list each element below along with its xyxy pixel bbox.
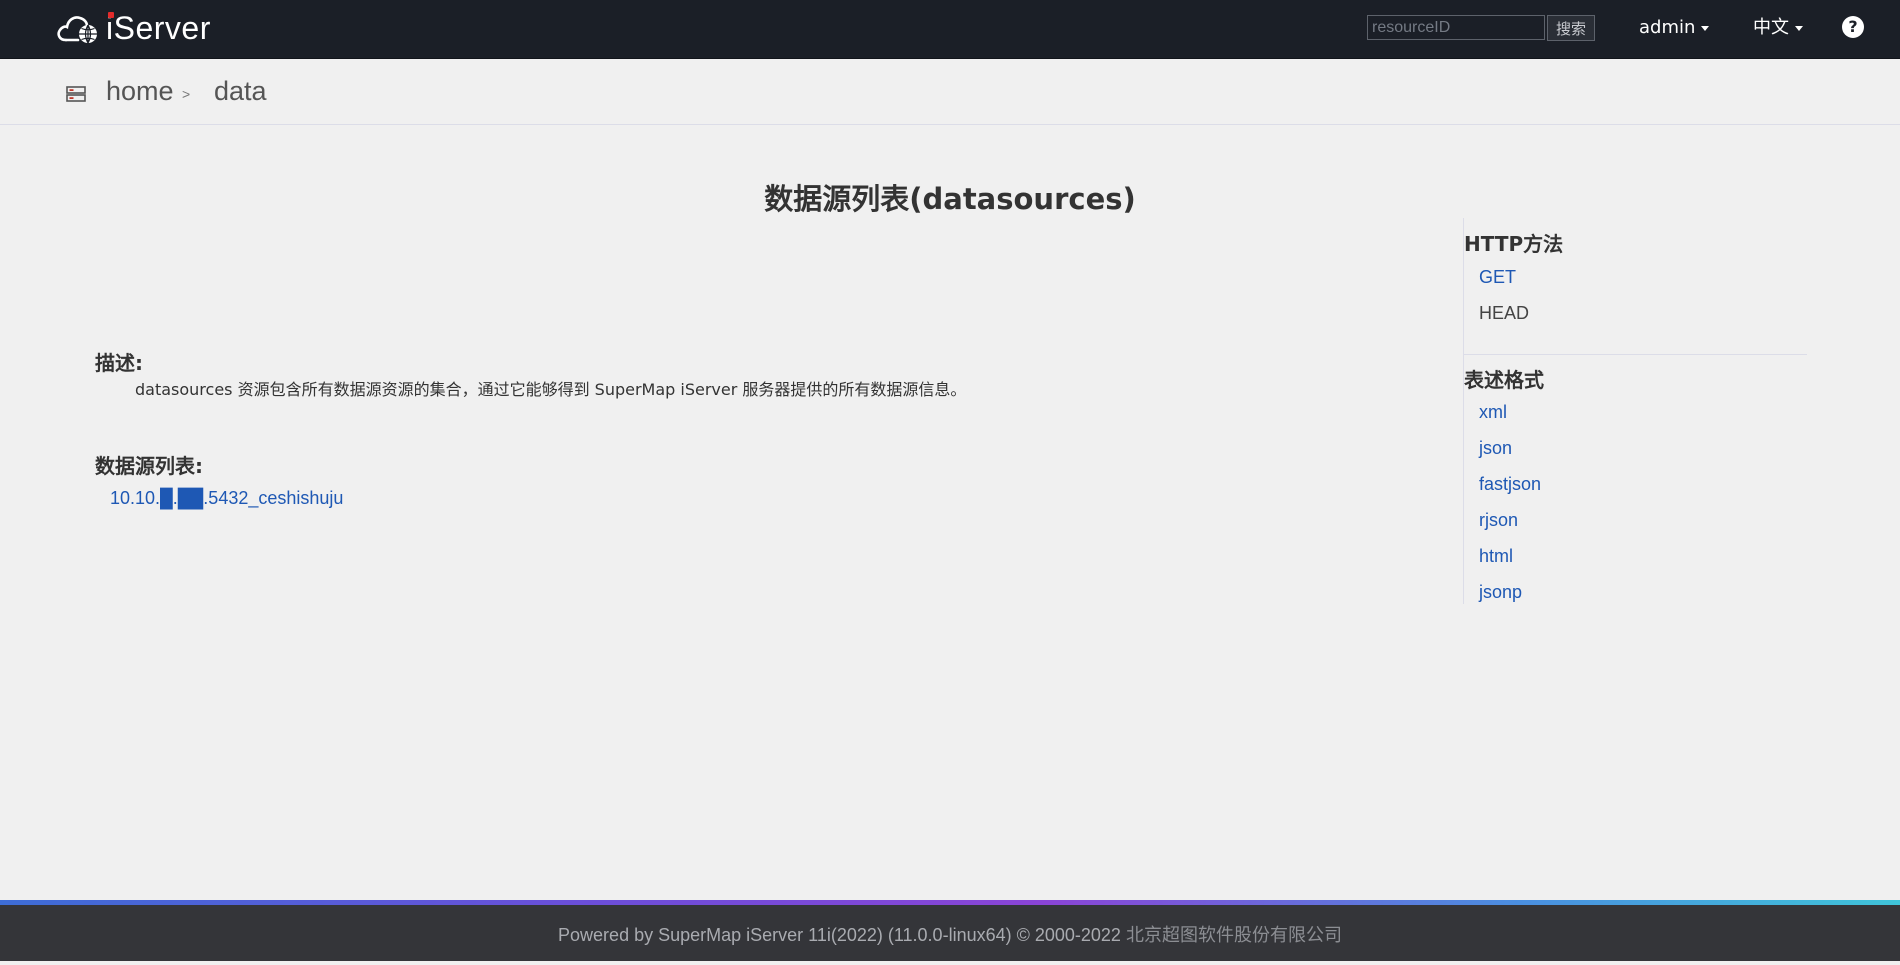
http-method-get-link[interactable]: GET xyxy=(1479,266,1516,288)
description-text: datasources 资源包含所有数据源资源的集合，通过它能够得到 Super… xyxy=(135,380,967,399)
logo-accent-dot xyxy=(108,12,114,18)
search-button[interactable]: 搜索 xyxy=(1547,15,1595,41)
footer: Powered by SuperMap iServer 11i(2022) (1… xyxy=(0,905,1900,961)
language-menu-label: 中文 xyxy=(1753,17,1789,38)
logo-text: iServer xyxy=(106,10,211,46)
caret-down-icon xyxy=(1701,25,1710,31)
breadcrumb: home > data xyxy=(0,59,1900,125)
server-icon xyxy=(66,86,86,102)
footer-company: 北京超图软件股份有限公司 xyxy=(1125,925,1342,945)
description-heading: 描述: xyxy=(95,351,143,375)
formats-heading: 表述格式 xyxy=(1464,368,1544,392)
user-menu-label: admin xyxy=(1639,17,1696,38)
format-json-link[interactable]: json xyxy=(1479,437,1512,459)
page-title: 数据源列表(datasources) xyxy=(764,182,1136,216)
breadcrumb-separator: > xyxy=(182,86,191,102)
iserver-logo[interactable]: iServer xyxy=(56,8,211,48)
side-divider xyxy=(1464,354,1807,355)
footer-powered-by: Powered by SuperMap iServer 11i(2022) (1… xyxy=(558,925,1121,945)
datasource-list-heading: 数据源列表: xyxy=(95,454,203,478)
language-menu-dropdown[interactable]: 中文 xyxy=(1753,16,1803,40)
format-fastjson-link[interactable]: fastjson xyxy=(1479,473,1541,495)
side-panel: HTTP方法 GET HEAD 表述格式 xml json fastjson r… xyxy=(1463,218,1807,604)
top-navbar: iServer 搜索 admin 中文 ? xyxy=(0,0,1900,59)
datasource-link[interactable]: 10.10.█.██.5432_ceshishuju xyxy=(110,488,343,509)
http-method-head: HEAD xyxy=(1479,303,1530,323)
resource-search-input[interactable] xyxy=(1367,15,1545,40)
format-html-link[interactable]: html xyxy=(1479,545,1513,567)
http-methods-heading: HTTP方法 xyxy=(1464,232,1564,256)
format-xml-link[interactable]: xml xyxy=(1479,401,1507,423)
breadcrumb-current: data xyxy=(214,76,267,106)
caret-down-icon xyxy=(1795,25,1803,31)
format-jsonp-link[interactable]: jsonp xyxy=(1479,581,1522,603)
format-rjson-link[interactable]: rjson xyxy=(1479,509,1518,531)
breadcrumb-home-link[interactable]: home xyxy=(106,76,174,107)
help-icon[interactable]: ? xyxy=(1842,16,1864,38)
logo-wordmark: iServer xyxy=(106,10,211,46)
user-menu-dropdown[interactable]: admin xyxy=(1639,16,1710,40)
cloud-globe-icon xyxy=(57,16,97,44)
